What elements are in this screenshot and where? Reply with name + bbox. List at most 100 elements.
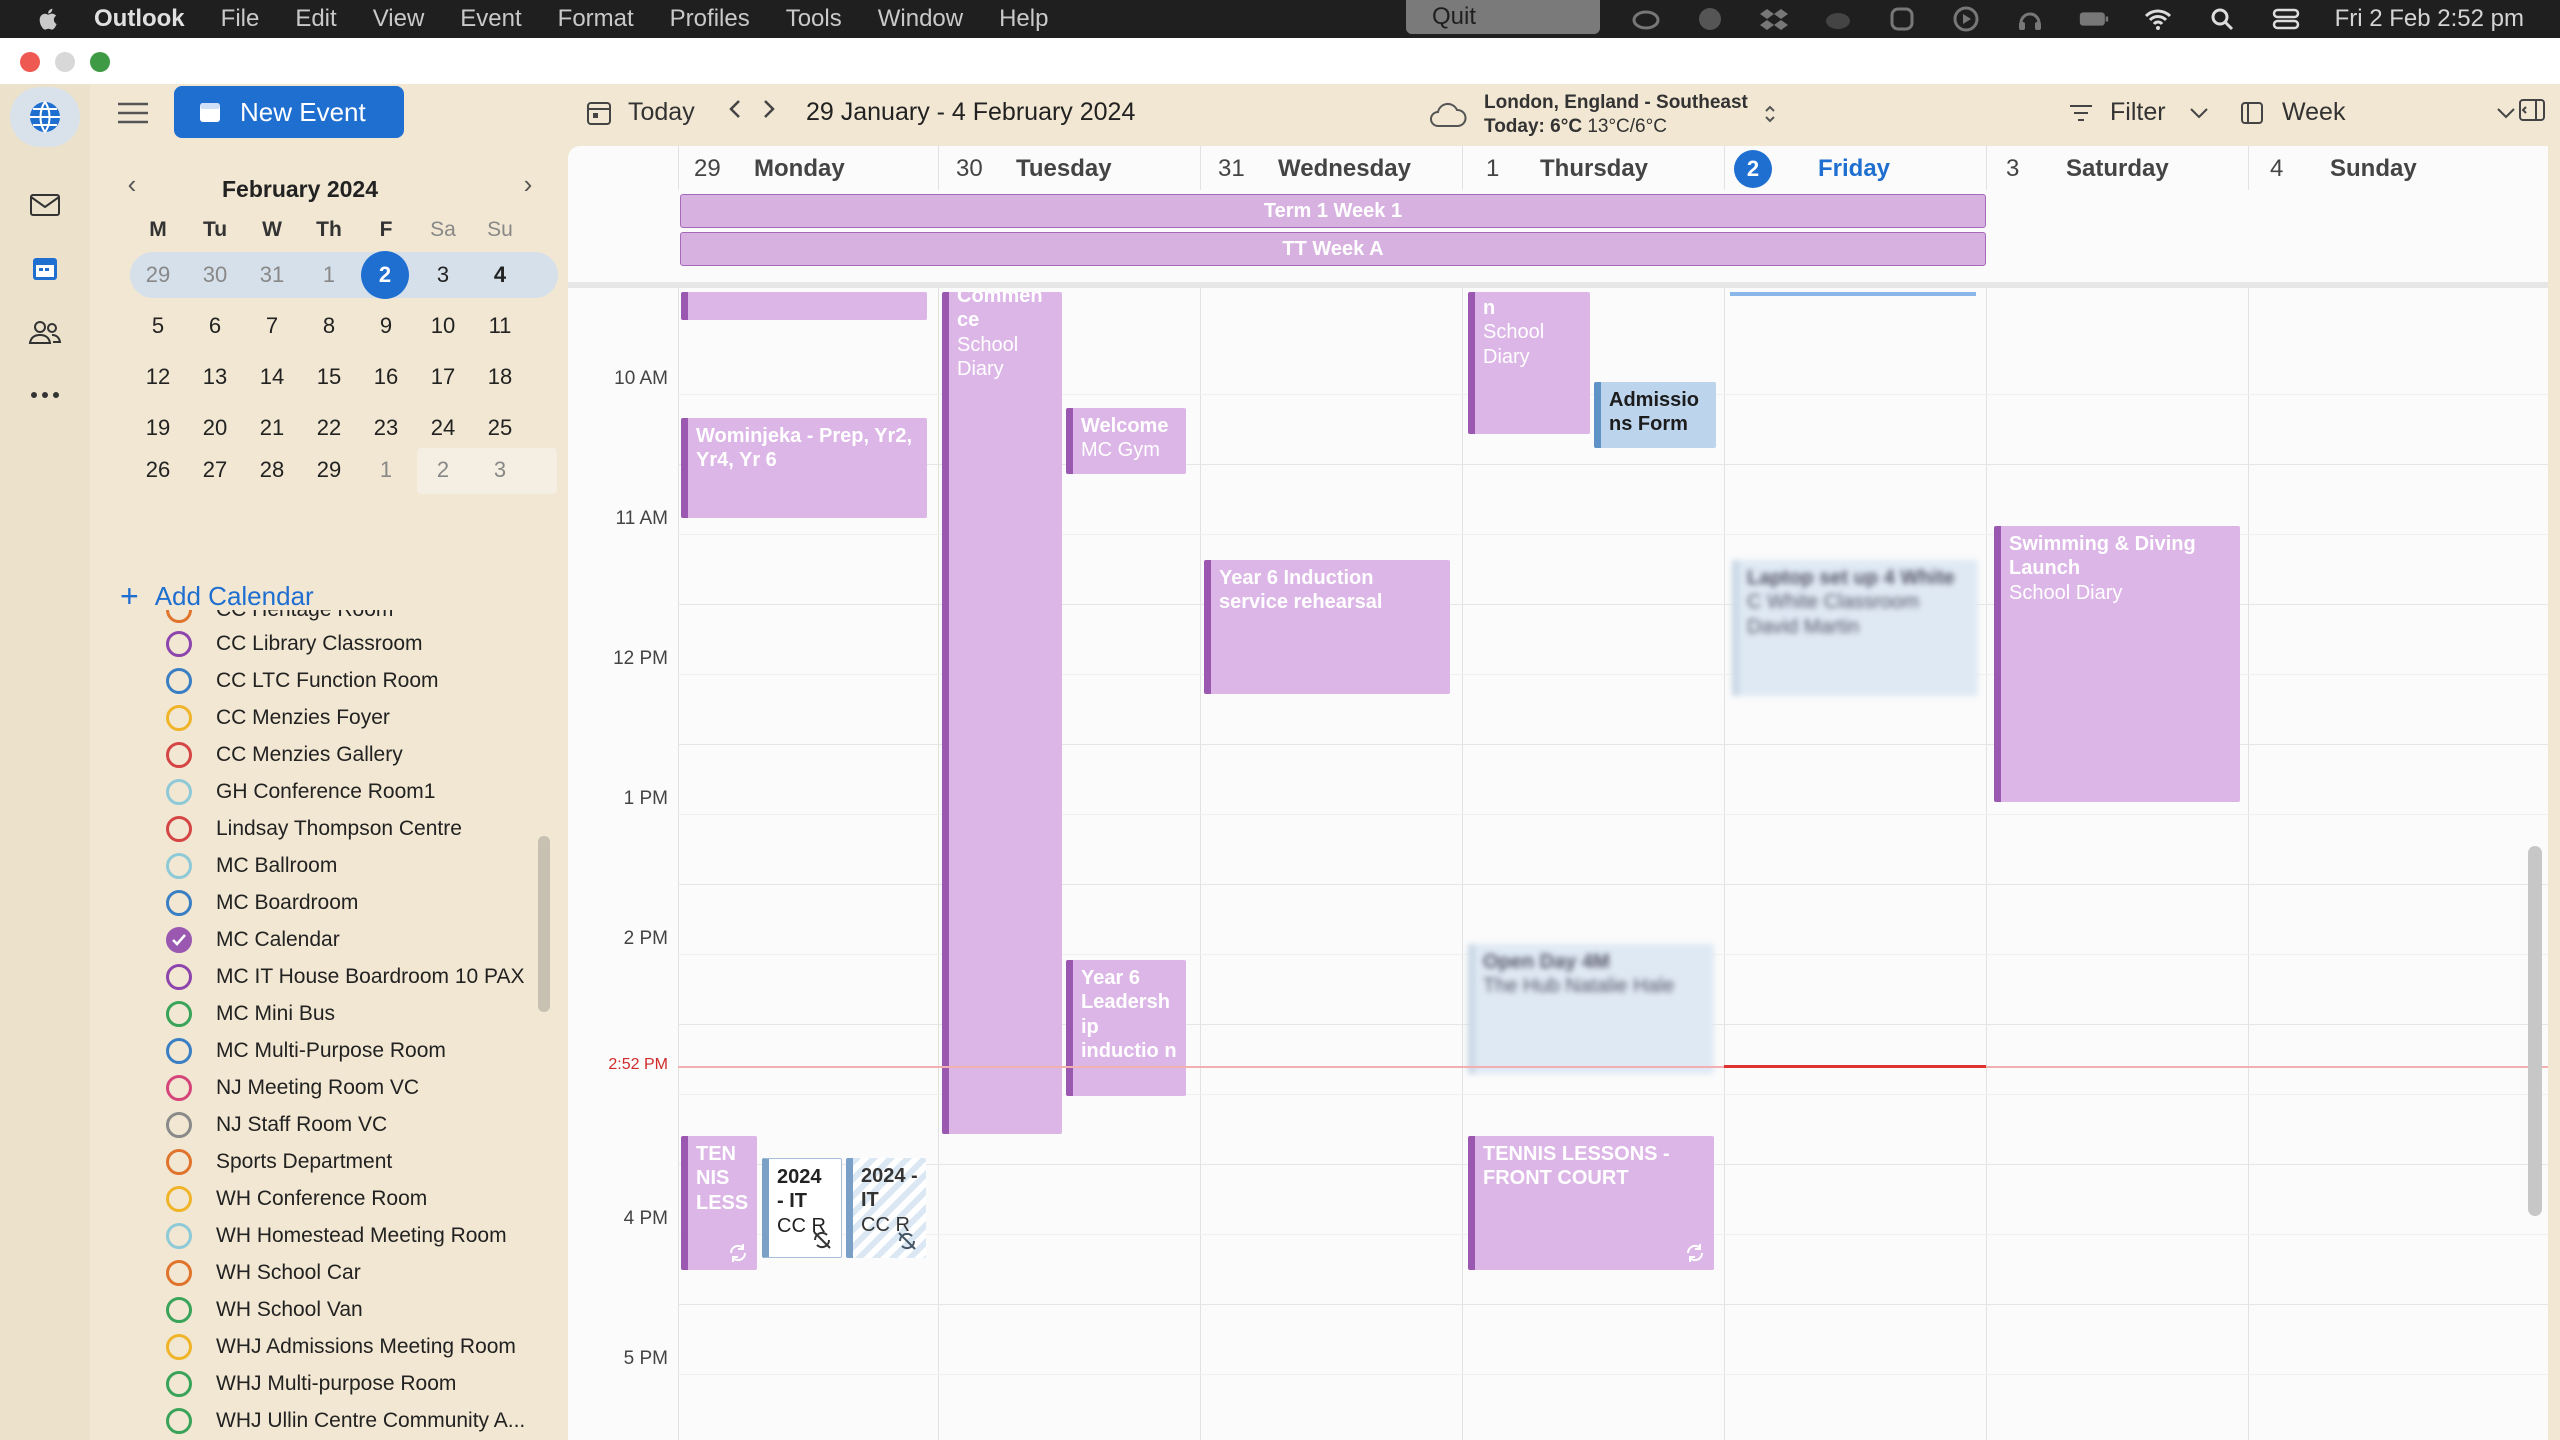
mini-cal-day[interactable]: 28: [244, 448, 300, 492]
all-day-event[interactable]: TT Week A: [680, 232, 1986, 266]
menu-edit[interactable]: Edit: [295, 5, 336, 33]
minimize-window-button[interactable]: [55, 52, 75, 72]
menu-file[interactable]: File: [221, 5, 260, 33]
mini-cal-day[interactable]: 26: [130, 448, 186, 492]
weather-widget[interactable]: London, England - Southeast Today: 6°C 1…: [1428, 88, 1788, 142]
prev-week-button[interactable]: [728, 98, 742, 120]
calendar-color-ring[interactable]: [166, 1186, 192, 1212]
calendar-list-item[interactable]: MC IT House Boardroom 10 PAX: [166, 959, 525, 995]
calendar-list-item[interactable]: CC Library Classroom: [166, 626, 423, 662]
toggle-pane-button[interactable]: [2518, 98, 2546, 122]
event-block[interactable]: Laptop set up 4 White C White Classroom …: [1732, 560, 1978, 696]
mini-cal-day[interactable]: 7: [244, 304, 300, 348]
mini-cal-day[interactable]: 4: [472, 253, 528, 297]
mini-cal-day[interactable]: 11: [472, 304, 528, 348]
event-block[interactable]: Open Day 4M The Hub Natalie Hale: [1468, 944, 1714, 1074]
calendar-color-ring[interactable]: [166, 610, 192, 623]
menu-help[interactable]: Help: [999, 5, 1048, 33]
calendar-list-item[interactable]: MC Ballroom: [166, 848, 337, 884]
mini-cal-day[interactable]: 21: [244, 406, 300, 450]
mini-cal-day[interactable]: 6: [187, 304, 243, 348]
day-header-friday[interactable]: 2 Friday: [1734, 150, 1890, 188]
globe-status-icon[interactable]: [1695, 4, 1725, 34]
calendar-list-item[interactable]: MC Calendar: [166, 922, 340, 958]
wifi-icon[interactable]: [2143, 4, 2173, 34]
menu-profiles[interactable]: Profiles: [670, 5, 750, 33]
event-block[interactable]: TENNIS LESSONS - FRONT COURT: [1468, 1136, 1714, 1270]
event-block[interactable]: 2024 - IT CC R: [846, 1158, 926, 1258]
rail-mail-button[interactable]: [10, 175, 80, 235]
event-block[interactable]: 2024 - IT CC R: [762, 1158, 842, 1258]
mini-cal-day[interactable]: 12: [130, 355, 186, 399]
calendar-list-item[interactable]: WHJ Multi-purpose Room: [166, 1366, 456, 1402]
calendar-color-ring[interactable]: [166, 1223, 192, 1249]
hamburger-menu-icon[interactable]: [116, 98, 150, 128]
mini-cal-day[interactable]: 29: [301, 448, 357, 492]
dropbox-icon[interactable]: [1759, 4, 1789, 34]
calendar-color-ring[interactable]: [166, 1408, 192, 1434]
calendar-color-ring[interactable]: [166, 705, 192, 731]
calendar-list-item[interactable]: CC Menzies Foyer: [166, 700, 390, 736]
mini-cal-day[interactable]: 15: [301, 355, 357, 399]
calendar-color-ring[interactable]: [166, 779, 192, 805]
calendar-list-item[interactable]: WH Conference Room: [166, 1181, 427, 1217]
rail-globe-button[interactable]: [10, 87, 80, 147]
grid-scrollbar[interactable]: [2528, 846, 2542, 1216]
calendar-list-item[interactable]: CC LTC Function Room: [166, 663, 439, 699]
calendar-color-ring[interactable]: [166, 890, 192, 916]
event-block[interactable]: Swimming & Diving Launch School Diary: [1994, 526, 2240, 802]
mini-cal-day[interactable]: 1: [358, 448, 414, 492]
calendar-list-item[interactable]: NJ Meeting Room VC: [166, 1070, 419, 1106]
event-block[interactable]: Wominjeka - Prep, Yr2, Yr4, Yr 6: [681, 418, 927, 518]
rail-more-button[interactable]: [10, 365, 80, 425]
calendar-color-ring[interactable]: [166, 631, 192, 657]
day-header-wednesday[interactable]: 31 Wednesday: [1204, 154, 1411, 184]
mini-cal-day[interactable]: 17: [415, 355, 471, 399]
calendar-color-ring[interactable]: [166, 1001, 192, 1027]
calendar-list-item[interactable]: GH Conference Room1: [166, 774, 435, 810]
calendar-color-ring[interactable]: [166, 816, 192, 842]
mini-cal-day[interactable]: 14: [244, 355, 300, 399]
new-event-button[interactable]: New Event: [174, 86, 404, 138]
menu-window[interactable]: Window: [878, 5, 963, 33]
day-header-monday[interactable]: 29 Monday: [680, 154, 845, 184]
filter-button[interactable]: Filter: [2068, 98, 2210, 127]
today-button[interactable]: Today: [586, 98, 695, 127]
calendar-color-ring[interactable]: [166, 1297, 192, 1323]
rail-calendar-button[interactable]: [10, 238, 80, 298]
calendar-list-item[interactable]: Lindsay Thompson Centre: [166, 811, 462, 847]
calendar-list-item[interactable]: WH Homestead Meeting Room: [166, 1218, 507, 1254]
calendar-list-item[interactable]: NJ Staff Room VC: [166, 1107, 387, 1143]
event-block[interactable]: Welcome MC Gym: [1066, 408, 1186, 474]
calendar-list-scrollbar[interactable]: [538, 836, 550, 1012]
event-block[interactable]: Commen ce School Diary: [942, 292, 1062, 1134]
calendar-color-ring[interactable]: [166, 668, 192, 694]
menu-format[interactable]: Format: [558, 5, 634, 33]
mini-cal-day[interactable]: 10: [415, 304, 471, 348]
calendar-list-item[interactable]: MC Mini Bus: [166, 996, 335, 1032]
event-block[interactable]: TEN NIS LESS: [681, 1136, 757, 1270]
calendar-color-ring[interactable]: [166, 1149, 192, 1175]
event-block[interactable]: Year 6 Induction service rehearsal: [1204, 560, 1450, 694]
mini-cal-day[interactable]: 30: [187, 253, 243, 297]
mini-cal-day[interactable]: 25: [472, 406, 528, 450]
mini-cal-day[interactable]: 9: [358, 304, 414, 348]
menu-clock[interactable]: Fri 2 Feb 2:52 pm: [2335, 5, 2524, 33]
play-icon[interactable]: [1951, 4, 1981, 34]
calendar-checked-ring[interactable]: [166, 927, 192, 953]
mini-cal-day[interactable]: 27: [187, 448, 243, 492]
menu-view[interactable]: View: [373, 5, 425, 33]
mini-cal-day[interactable]: 31: [244, 253, 300, 297]
mini-cal-day[interactable]: 3: [415, 253, 471, 297]
next-week-button[interactable]: [762, 98, 776, 120]
mini-cal-day[interactable]: 8: [301, 304, 357, 348]
calendar-color-ring[interactable]: [166, 1038, 192, 1064]
quit-button[interactable]: Quit: [1406, 0, 1600, 34]
mini-cal-day[interactable]: 29: [130, 253, 186, 297]
mini-cal-day[interactable]: 19: [130, 406, 186, 450]
mini-cal-day[interactable]: 3: [472, 448, 528, 492]
location-toggle-icon[interactable]: [1764, 104, 1776, 124]
creative-cloud-icon[interactable]: [1631, 4, 1661, 34]
mini-cal-prev-button[interactable]: ‹: [120, 169, 144, 199]
mini-cal-next-button[interactable]: ›: [516, 169, 540, 199]
